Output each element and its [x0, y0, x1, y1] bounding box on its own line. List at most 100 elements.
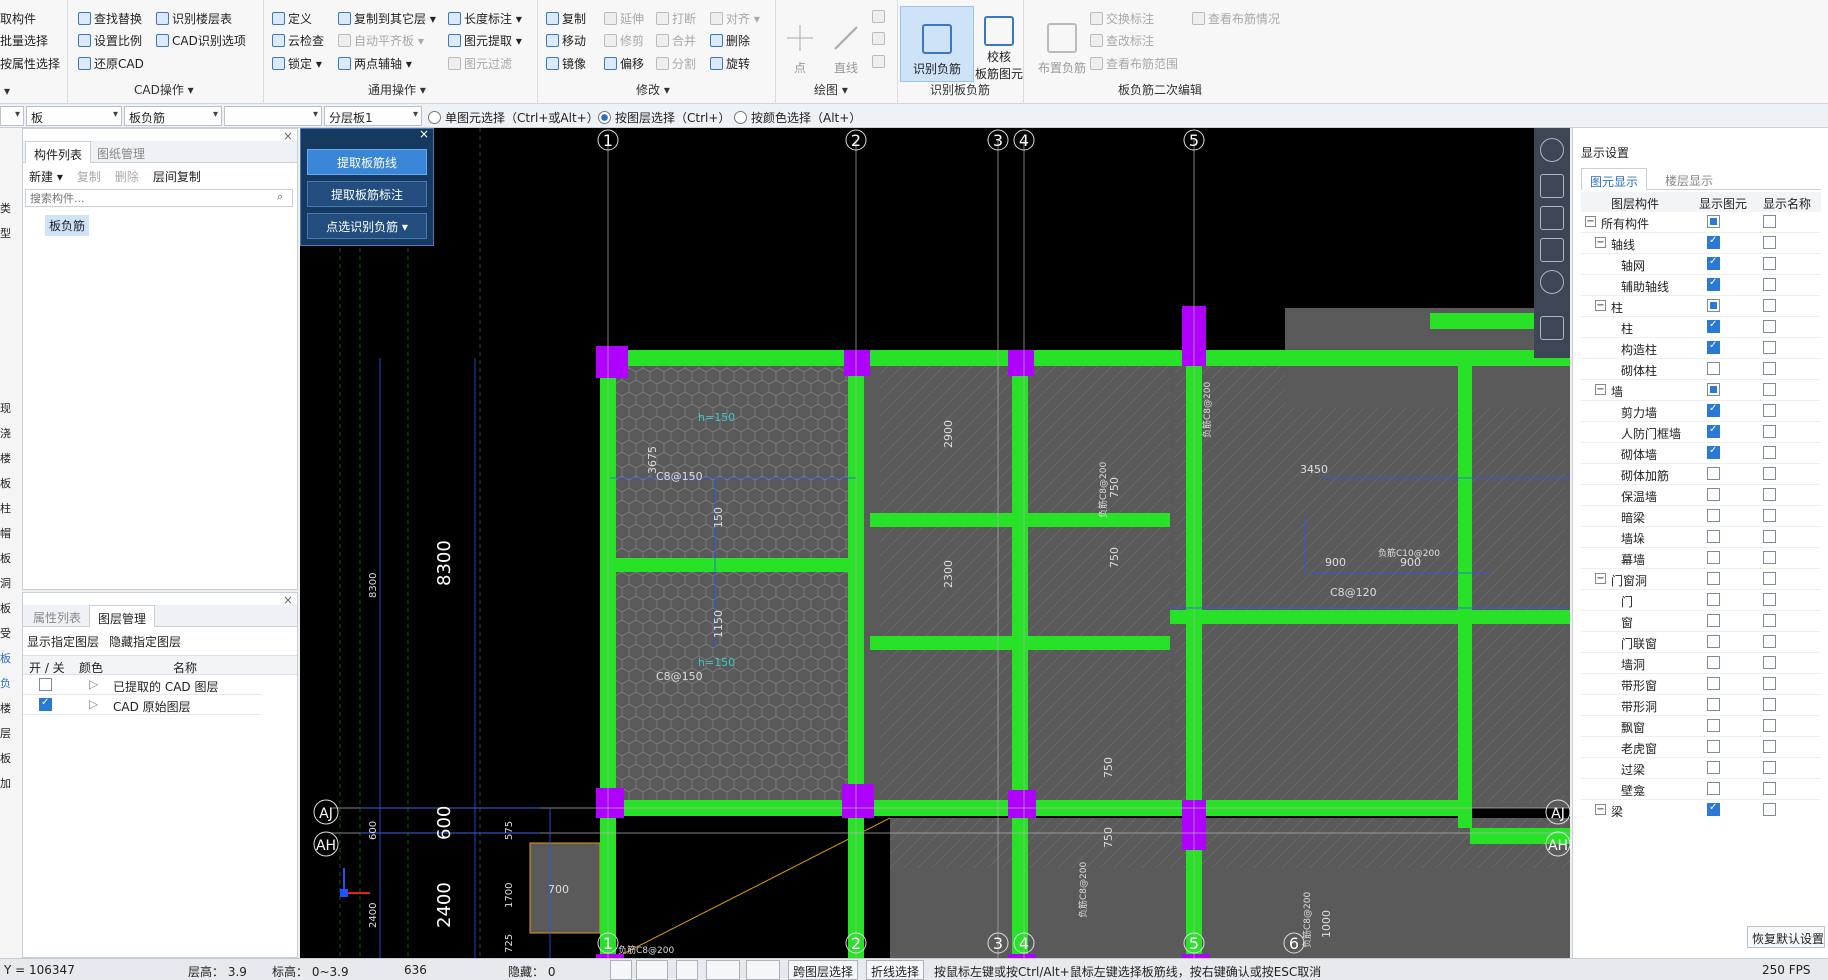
copy-to-other-floor-button[interactable]: 复制到其它层 ▾ — [338, 10, 436, 27]
pick-component-button[interactable]: 取构件 — [0, 10, 36, 27]
display-row[interactable]: − 梁 — [1581, 800, 1821, 820]
show-name-checkbox[interactable] — [1763, 719, 1776, 732]
new-component-button[interactable]: 新建 ▾ — [29, 168, 63, 184]
display-row[interactable]: 柱 — [1581, 317, 1821, 338]
beam-mid-4[interactable] — [1170, 610, 1570, 624]
two-point-axis-button[interactable]: 两点辅轴 ▾ — [338, 55, 412, 72]
show-name-checkbox[interactable] — [1763, 509, 1776, 522]
element-filter-button[interactable]: 图元过滤 — [448, 55, 512, 72]
show-name-checkbox[interactable] — [1763, 341, 1776, 354]
side-label-neg-rebar[interactable]: 板负 — [0, 646, 20, 696]
auto-align-slab-button[interactable]: 自动平齐板 ▾ — [338, 32, 424, 49]
show-name-checkbox[interactable] — [1763, 320, 1776, 333]
circle-draw-button[interactable] — [872, 32, 885, 45]
single-element-radio[interactable]: 单图元选择（Ctrl+或Alt+） — [428, 109, 599, 126]
dim-toggle-icon[interactable] — [746, 960, 780, 980]
show-element-checkbox[interactable] — [1707, 614, 1720, 627]
by-color-radio[interactable]: 按颜色选择（Alt+） — [734, 109, 861, 126]
define-button[interactable]: 定义 — [272, 10, 312, 27]
batch-select-button[interactable]: 批量选择 — [0, 32, 48, 49]
show-element-checkbox[interactable] — [1707, 530, 1720, 543]
collapse-icon[interactable]: − — [1595, 573, 1606, 584]
collapse-icon[interactable]: − — [1595, 237, 1606, 248]
polyline-select-button[interactable]: 折线选择 — [866, 960, 925, 980]
show-element-checkbox[interactable] — [1707, 551, 1720, 564]
tab-component-list[interactable]: 构件列表 — [25, 141, 92, 163]
element-extract-button[interactable]: 图元提取 ▾ — [448, 32, 522, 49]
rect-draw-button[interactable] — [872, 55, 885, 68]
trim-button[interactable]: 修剪 — [604, 32, 644, 49]
show-name-checkbox[interactable] — [1763, 761, 1776, 774]
lock-button[interactable]: 锁定 ▾ — [272, 55, 322, 72]
show-name-checkbox[interactable] — [1763, 614, 1776, 627]
angle-toggle-icon[interactable] — [706, 960, 740, 980]
cad-identify-options-button[interactable]: CAD识别选项 — [156, 32, 246, 49]
display-row[interactable]: 门联窗 — [1581, 632, 1821, 653]
beam-top[interactable] — [600, 350, 1570, 366]
search-icon[interactable]: ⌕ — [277, 190, 283, 204]
extract-rebar-line-button[interactable]: 提取板筋线 — [307, 149, 427, 175]
show-element-checkbox[interactable] — [1707, 383, 1720, 396]
show-name-checkbox[interactable] — [1763, 446, 1776, 459]
view-box-icon[interactable] — [1540, 238, 1564, 262]
display-row[interactable]: 剪力墙 — [1581, 401, 1821, 422]
show-name-checkbox[interactable] — [1763, 257, 1776, 270]
by-layer-radio[interactable]: 按图层选择（Ctrl+） — [598, 109, 730, 126]
show-element-checkbox[interactable] — [1707, 802, 1720, 816]
show-name-checkbox[interactable] — [1763, 236, 1776, 249]
show-name-checkbox[interactable] — [1763, 803, 1776, 816]
display-row[interactable]: 过梁 — [1581, 758, 1821, 779]
side-label-slab[interactable]: 楼板 — [0, 446, 20, 496]
cad-drawing-canvas[interactable]: 1 2 3 4 5 1 2 3 4 5 6 AJ AH AG AJ AH AG … — [300, 128, 1570, 958]
layer-row-original[interactable]: ▷ CAD 原始图层 — [23, 695, 261, 715]
group-label-general-ops[interactable]: 通用操作 ▾ — [368, 81, 426, 98]
display-row[interactable]: 辅助轴线 — [1581, 275, 1821, 296]
show-element-checkbox[interactable] — [1707, 403, 1720, 417]
component-search-input[interactable] — [25, 189, 293, 207]
show-element-checkbox[interactable] — [1707, 719, 1720, 732]
display-row[interactable]: 砌体墙 — [1581, 443, 1821, 464]
side-label-cast[interactable]: 现浇 — [0, 396, 20, 446]
select-by-attr-button[interactable]: 按属性选择 — [0, 55, 60, 72]
show-element-checkbox[interactable] — [1707, 277, 1720, 291]
draw-line-button[interactable]: 直线 — [824, 4, 868, 80]
layer-row-extracted[interactable]: ▷ 已提取的 CAD 图层 — [23, 675, 261, 695]
view-cube-icon[interactable] — [1540, 206, 1564, 230]
side-label-slab-rebar[interactable]: 板受 — [0, 596, 20, 646]
collapse-icon[interactable]: − — [1595, 300, 1606, 311]
show-name-checkbox[interactable] — [1763, 383, 1776, 396]
show-name-checkbox[interactable] — [1763, 551, 1776, 564]
display-row[interactable]: − 柱 — [1581, 296, 1821, 317]
show-name-checkbox[interactable] — [1763, 782, 1776, 795]
show-name-checkbox[interactable] — [1763, 740, 1776, 753]
view-rebar-status-button[interactable]: 查看布筋情况 — [1192, 10, 1280, 27]
collapse-icon[interactable]: − — [1595, 384, 1606, 395]
show-name-checkbox[interactable] — [1763, 215, 1776, 228]
restore-default-button[interactable]: 恢复默认设置 — [1747, 926, 1825, 948]
edit-label-button[interactable]: 查改标注 — [1090, 32, 1154, 49]
show-element-checkbox[interactable] — [1707, 593, 1720, 606]
merge-button[interactable]: 合并 — [656, 32, 696, 49]
place-neg-rebar-button[interactable]: 布置负筋 — [1030, 4, 1094, 80]
show-name-checkbox[interactable] — [1763, 404, 1776, 417]
move-button[interactable]: 移动 — [546, 32, 586, 49]
show-name-checkbox[interactable] — [1763, 278, 1776, 291]
component-name-select[interactable] — [224, 106, 322, 126]
side-label-column-cap[interactable]: 柱帽 — [0, 496, 20, 546]
show-element-checkbox[interactable] — [1707, 256, 1720, 270]
column[interactable] — [844, 350, 870, 376]
show-element-checkbox[interactable] — [1707, 362, 1720, 375]
display-row[interactable]: 壁龛 — [1581, 779, 1821, 800]
cross-layer-select-button[interactable]: 跨图层选择 — [788, 960, 859, 980]
tab-drawing-manage[interactable]: 图纸管理 — [89, 141, 153, 163]
copy-component-button[interactable]: 复制 — [77, 168, 101, 184]
display-row[interactable]: 墙垛 — [1581, 527, 1821, 548]
show-element-checkbox[interactable] — [1707, 467, 1720, 480]
display-row[interactable]: − 墙 — [1581, 380, 1821, 401]
mirror-button[interactable]: 镜像 — [546, 55, 586, 72]
show-layer-link[interactable]: 显示指定图层 — [27, 633, 99, 650]
show-name-checkbox[interactable] — [1763, 467, 1776, 480]
delete-component-button[interactable]: 删除 — [115, 168, 139, 184]
show-element-checkbox[interactable] — [1707, 782, 1720, 795]
display-row[interactable]: 门 — [1581, 590, 1821, 611]
